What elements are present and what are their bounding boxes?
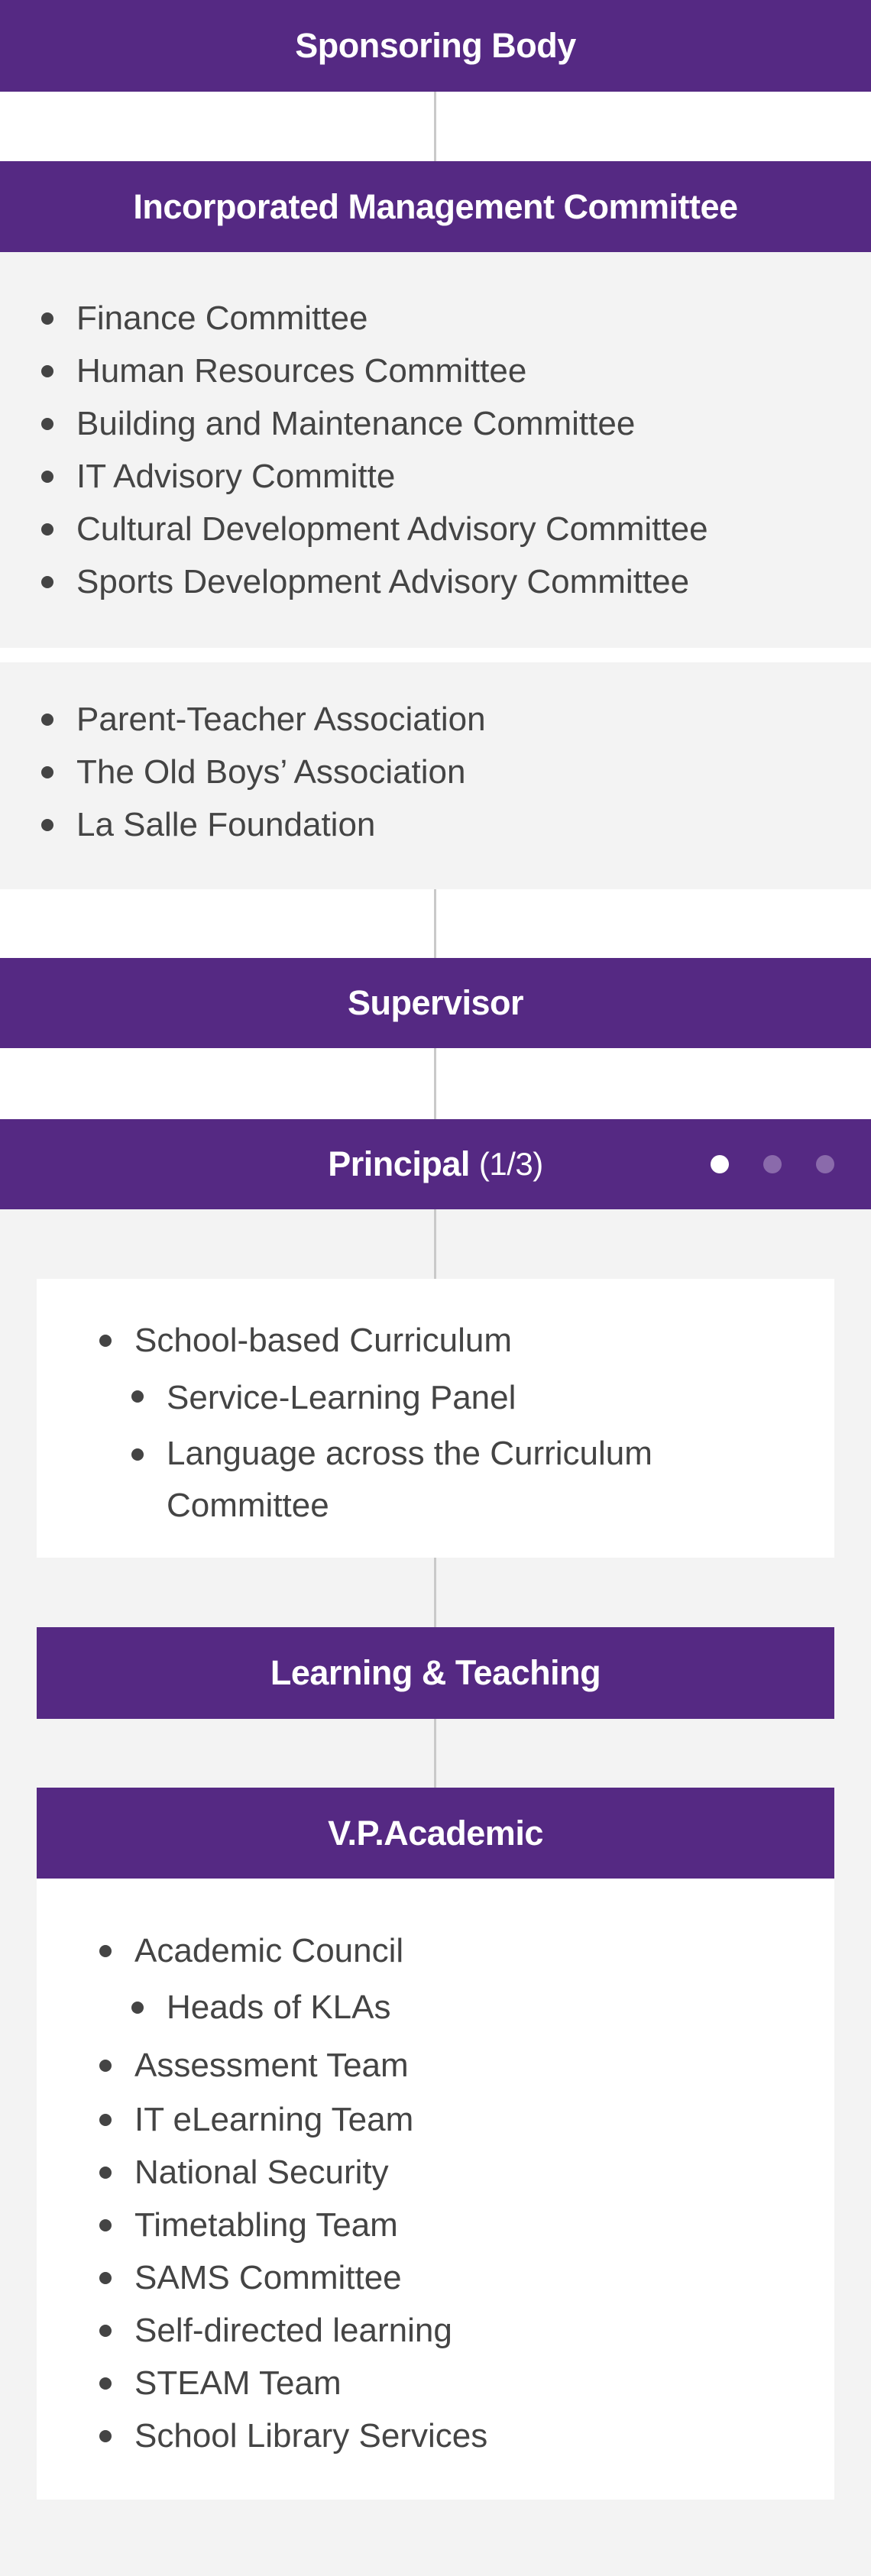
list-item: School-based Curriculum [96,1314,652,1367]
list-item-continuation: Committee [167,1487,329,1524]
connector-line [434,1558,436,1627]
list-item: Sports Development Advisory Committee [38,555,708,608]
bullet-icon [99,2060,112,2072]
bullet-icon [41,523,53,536]
supervisor-title: Supervisor [347,983,524,1022]
list-item: La Salle Foundation [38,798,486,851]
bullet-icon [99,2430,112,2442]
vp-academic-items-list: Academic Council Heads of KLAs Assessmen… [96,1924,487,2462]
imc-associations-panel: Parent-Teacher Association The Old Boys’… [0,662,871,889]
bullet-icon [131,2002,144,2014]
connector-line [434,1048,436,1119]
list-item: IT eLearning Team [96,2093,487,2146]
bullet-icon [99,2325,112,2337]
sponsoring-body-node: Sponsoring Body [0,0,871,92]
list-item: Building and Maintenance Committee [38,397,708,450]
list-item: Self-directed learning [96,2304,487,2357]
list-item: Cultural Development Advisory Committee [38,503,708,555]
bullet-icon [41,576,53,588]
principal-page-indicator: (1/3) [478,1146,543,1182]
pager-dot-2[interactable] [763,1155,782,1173]
connector-line [434,1719,436,1788]
bullet-icon [99,2377,112,2390]
list-item: Assessment Team [96,2038,487,2093]
list-item: The Old Boys’ Association [38,746,486,798]
principal-node: Principal (1/3) [0,1119,871,1209]
list-item: Human Resources Committee [38,345,708,397]
bullet-icon [99,2219,112,2231]
bullet-icon [99,1335,112,1347]
list-item: IT Advisory Committe [38,450,708,503]
list-item-nested: Language across the Curriculum [96,1428,652,1480]
imc-node: Incorporated Management Committee [0,161,871,252]
bullet-icon [41,714,53,726]
bullet-icon [99,2114,112,2126]
bullet-icon [99,1945,112,1957]
list-item: Academic Council [96,1924,487,1977]
sponsoring-body-title: Sponsoring Body [295,26,576,65]
list-item-nested: Heads of KLAs [96,1977,487,2038]
bullet-icon [99,2272,112,2284]
list-item: Finance Committee [38,292,708,345]
imc-committees-list: Finance Committee Human Resources Commit… [38,292,708,608]
bullet-icon [41,312,53,325]
bullet-icon [131,1448,144,1461]
bullet-icon [41,819,53,831]
principal-card: School-based Curriculum Service-Learning… [37,1279,834,1558]
bullet-icon [99,2167,112,2179]
bullet-icon [41,365,53,377]
vp-academic-card: Academic Council Heads of KLAs Assessmen… [37,1879,834,2500]
bullet-icon [41,766,53,778]
connector-line [434,92,436,161]
list-item: Parent-Teacher Association [38,693,486,746]
imc-committees-panel: Finance Committee Human Resources Commit… [0,252,871,648]
imc-title: Incorporated Management Committee [133,186,738,226]
list-item: Timetabling Team [96,2199,487,2251]
learning-teaching-title: Learning & Teaching [270,1653,601,1692]
bullet-icon [131,1390,144,1403]
bullet-icon [41,471,53,483]
connector-line [434,889,436,958]
pager-dot-3[interactable] [816,1155,834,1173]
imc-associations-list: Parent-Teacher Association The Old Boys’… [38,693,486,851]
list-item: School Library Services [96,2409,487,2462]
bullet-icon [41,418,53,430]
supervisor-node: Supervisor [0,958,871,1048]
list-item: STEAM Team [96,2357,487,2409]
vp-academic-title: V.P.Academic [328,1813,543,1853]
connector-line [434,1209,436,1279]
principal-title: Principal [328,1144,470,1183]
list-item-nested: Service-Learning Panel [96,1367,652,1428]
list-item: SAMS Committee [96,2251,487,2304]
principal-items-list: School-based Curriculum Service-Learning… [96,1314,652,1532]
pager-dot-1-active[interactable] [711,1155,729,1173]
list-item: National Security [96,2146,487,2199]
vp-academic-node: V.P.Academic [37,1788,834,1879]
learning-teaching-node: Learning & Teaching [37,1627,834,1719]
